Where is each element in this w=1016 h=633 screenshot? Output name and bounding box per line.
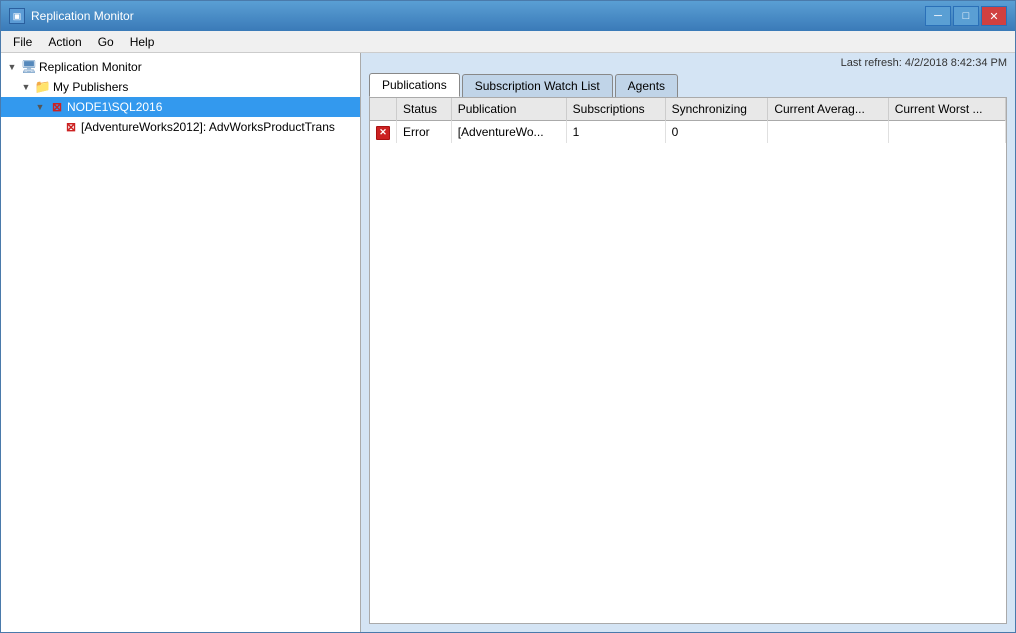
tree-node-label: NODE1\SQL2016 bbox=[67, 100, 162, 114]
tab-agents[interactable]: Agents bbox=[615, 74, 678, 97]
tab-subscription-watch-list[interactable]: Subscription Watch List bbox=[462, 74, 613, 97]
folder-icon: 📁 bbox=[35, 79, 51, 95]
col-icon bbox=[370, 98, 397, 121]
publications-table: Status Publication Subscriptions Synchro… bbox=[370, 98, 1006, 143]
tree-root[interactable]: ▼ 🖥 Replication Monitor bbox=[1, 57, 360, 77]
tree-publication[interactable]: ▶ ⊠ [AdventureWorks2012]: AdvWorksProduc… bbox=[1, 117, 360, 137]
row-status: Error bbox=[397, 121, 452, 143]
table-row[interactable]: ✕ Error [AdventureWo... 1 0 bbox=[370, 121, 1006, 143]
row-publication: [AdventureWo... bbox=[451, 121, 566, 143]
tabs-container: Publications Subscription Watch List Age… bbox=[361, 73, 1015, 97]
row-subscriptions: 1 bbox=[566, 121, 665, 143]
tree-pub-label: [AdventureWorks2012]: AdvWorksProductTra… bbox=[81, 120, 335, 134]
row-current-avg bbox=[768, 121, 888, 143]
col-current-worst: Current Worst ... bbox=[888, 98, 1005, 121]
maximize-button[interactable]: □ bbox=[953, 6, 979, 26]
tab-publications[interactable]: Publications bbox=[369, 73, 460, 97]
minimize-button[interactable]: ─ bbox=[925, 6, 951, 26]
row-error-icon: ✕ bbox=[376, 126, 390, 140]
last-refresh-text: Last refresh: 4/2/2018 8:42:34 PM bbox=[841, 57, 1007, 69]
close-button[interactable]: ✕ bbox=[981, 6, 1007, 26]
app-icon: ▣ bbox=[9, 8, 25, 24]
col-subscriptions: Subscriptions bbox=[566, 98, 665, 121]
main-content: ▼ 🖥 Replication Monitor ▼ 📁 My Publisher… bbox=[1, 53, 1015, 632]
server-icon: ⊠ bbox=[49, 99, 65, 115]
row-synchronizing: 0 bbox=[665, 121, 768, 143]
window-title: Replication Monitor bbox=[31, 9, 134, 23]
menu-bar: File Action Go Help bbox=[1, 31, 1015, 53]
table-header-row: Status Publication Subscriptions Synchro… bbox=[370, 98, 1006, 121]
last-refresh-bar: Last refresh: 4/2/2018 8:42:34 PM bbox=[361, 53, 1015, 73]
main-window: ▣ Replication Monitor ─ □ ✕ File Action … bbox=[0, 0, 1016, 633]
menu-file[interactable]: File bbox=[5, 33, 40, 51]
title-bar-left: ▣ Replication Monitor bbox=[9, 8, 134, 24]
title-bar: ▣ Replication Monitor ─ □ ✕ bbox=[1, 1, 1015, 31]
monitor-icon: 🖥 bbox=[21, 59, 37, 75]
right-panel: Last refresh: 4/2/2018 8:42:34 PM Public… bbox=[361, 53, 1015, 632]
tree-node[interactable]: ▼ ⊠ NODE1\SQL2016 bbox=[1, 97, 360, 117]
tree-publishers-label: My Publishers bbox=[53, 80, 128, 94]
tree-root-label: Replication Monitor bbox=[39, 60, 142, 74]
row-current-worst bbox=[888, 121, 1005, 143]
col-status: Status bbox=[397, 98, 452, 121]
col-current-avg: Current Averag... bbox=[768, 98, 888, 121]
publications-table-area: Status Publication Subscriptions Synchro… bbox=[369, 97, 1007, 624]
tree-publishers[interactable]: ▼ 📁 My Publishers bbox=[1, 77, 360, 97]
row-icon-cell: ✕ bbox=[370, 121, 397, 143]
expander-root[interactable]: ▼ bbox=[5, 60, 19, 74]
expander-node[interactable]: ▼ bbox=[33, 100, 47, 114]
col-synchronizing: Synchronizing bbox=[665, 98, 768, 121]
menu-go[interactable]: Go bbox=[90, 33, 122, 51]
col-publication: Publication bbox=[451, 98, 566, 121]
menu-help[interactable]: Help bbox=[122, 33, 163, 51]
pub-error-icon: ⊠ bbox=[63, 119, 79, 135]
expander-publishers[interactable]: ▼ bbox=[19, 80, 33, 94]
title-buttons: ─ □ ✕ bbox=[925, 6, 1007, 26]
tree-panel: ▼ 🖥 Replication Monitor ▼ 📁 My Publisher… bbox=[1, 53, 361, 632]
menu-action[interactable]: Action bbox=[40, 33, 89, 51]
